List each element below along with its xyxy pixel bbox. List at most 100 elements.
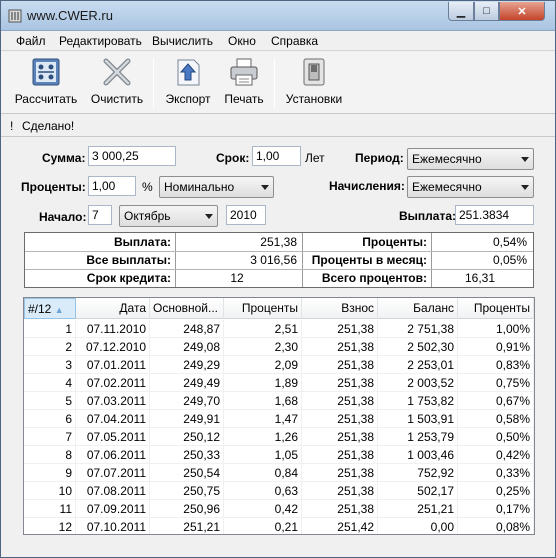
interest-type-select[interactable]: Номинально: [159, 176, 274, 198]
cell-date: 07.11.2010: [76, 320, 150, 338]
menu-file[interactable]: Файл: [16, 34, 46, 48]
interest-unit: %: [142, 180, 153, 194]
bottom-bar: [1, 541, 555, 557]
table-row[interactable]: 8 07.06.2011 250,33 1,05 251,38 1 003,46 0,42%: [24, 446, 534, 464]
table-row[interactable]: 3 07.01.2011 249,29 2,09 251,38 2 253,01 0,83%: [24, 356, 534, 374]
cell-balance: 2 751,38: [378, 320, 458, 338]
start-month-select[interactable]: Октябрь: [119, 205, 218, 227]
column-header-number[interactable]: #/12 ▲: [24, 298, 76, 319]
settings-button[interactable]: Установки: [281, 56, 347, 112]
cell-number: 12: [24, 518, 76, 534]
cell-payment: 251,38: [302, 320, 378, 338]
cell-number: 5: [24, 392, 76, 410]
export-label: Экспорт: [165, 92, 211, 106]
cell-payment: 251,38: [302, 338, 378, 356]
table-row[interactable]: 12 07.10.2011 251,21 0,21 251,42 0,00 0,08%: [24, 518, 534, 534]
toolbar: Рассчитать Очистить Экспорт Печать Устан…: [1, 52, 555, 114]
cell-balance: 2 253,01: [378, 356, 458, 374]
status-icon: !: [10, 119, 14, 133]
cell-number: 10: [24, 482, 76, 500]
cell-interest-pct: 0,58%: [458, 410, 534, 428]
cell-number: 9: [24, 464, 76, 482]
table-row[interactable]: 11 07.09.2011 250,96 0,42 251,38 251,21 0,17%: [24, 500, 534, 518]
status-text: Сделано!: [22, 119, 75, 133]
column-header-interest-pct[interactable]: Проценты: [458, 298, 534, 319]
cell-balance: 2 003,52: [378, 374, 458, 392]
column-header-payment[interactable]: Взнос: [302, 298, 378, 319]
start-year-field[interactable]: 2010: [226, 205, 266, 225]
cell-number: 11: [24, 500, 76, 518]
start-day-field[interactable]: 7: [88, 205, 112, 225]
title-bar[interactable]: www.CWER.ru ▁ □ ✕: [1, 1, 555, 31]
table-row[interactable]: 9 07.07.2011 250,54 0,84 251,38 752,92 0,33%: [24, 464, 534, 482]
cell-interest: 1,47: [224, 410, 302, 428]
column-header-date[interactable]: Дата: [76, 298, 150, 319]
print-button[interactable]: Печать: [219, 56, 269, 112]
cell-principal: 250,75: [150, 482, 224, 500]
cell-interest-pct: 0,50%: [458, 428, 534, 446]
cell-balance: 1 503,91: [378, 410, 458, 428]
summary-total-value: 16,31: [464, 271, 496, 285]
summary-row: Срок кредита: 12 Всего процентов: 16,31: [25, 269, 533, 287]
cell-interest: 0,63: [224, 482, 302, 500]
cell-payment: 251,38: [302, 374, 378, 392]
summary-monthly-label: Проценты в месяц:: [311, 253, 427, 267]
table-row[interactable]: 6 07.04.2011 249,91 1,47 251,38 1 503,91 0,58%: [24, 410, 534, 428]
cell-principal: 250,96: [150, 500, 224, 518]
column-header-balance[interactable]: Баланс: [378, 298, 458, 319]
payment-label: Выплата:: [399, 209, 457, 223]
menu-bar: Файл Редактировать Вычислить Окно Справк…: [1, 31, 555, 51]
column-header-principal[interactable]: Основной...: [150, 298, 224, 319]
table-row[interactable]: 10 07.08.2011 250,75 0,63 251,38 502,17 0,25%: [24, 482, 534, 500]
sort-up-icon: ▲: [54, 305, 64, 315]
menu-calculate[interactable]: Вычислить: [152, 34, 213, 48]
table-row[interactable]: 7 07.05.2011 250,12 1,26 251,38 1 253,79 0,50%: [24, 428, 534, 446]
table-row[interactable]: 4 07.02.2011 249,49 1,89 251,38 2 003,52 0,75%: [24, 374, 534, 392]
calculate-button[interactable]: Рассчитать: [11, 56, 81, 112]
menu-edit[interactable]: Редактировать: [59, 34, 142, 48]
clear-x-icon: [103, 58, 131, 86]
cell-number: 4: [24, 374, 76, 392]
close-button[interactable]: ✕: [499, 2, 545, 21]
maximize-button[interactable]: □: [474, 2, 499, 21]
cell-balance: 0,00: [378, 518, 458, 534]
table-row[interactable]: 1 07.11.2010 248,87 2,51 251,38 2 751,38 1,00%: [24, 320, 534, 338]
cell-balance: 1 253,79: [378, 428, 458, 446]
interest-field[interactable]: 1,00: [88, 176, 136, 196]
chevron-down-icon: [521, 157, 529, 162]
payment-field[interactable]: 251.3834: [455, 205, 534, 225]
table-row[interactable]: 2 07.12.2010 249,08 2,30 251,38 2 502,30 0,91%: [24, 338, 534, 356]
cell-payment: 251,42: [302, 518, 378, 534]
cell-interest-pct: 0,08%: [458, 518, 534, 534]
cell-payment: 251,38: [302, 356, 378, 374]
interest-label: Проценты:: [21, 180, 86, 194]
menu-help[interactable]: Справка: [271, 34, 318, 48]
clear-button[interactable]: Очистить: [85, 56, 149, 112]
table-header: #/12 ▲ Дата Основной... Проценты Взнос Б…: [24, 298, 534, 319]
period-label: Период:: [355, 151, 404, 165]
period-select[interactable]: Ежемесячно: [407, 148, 534, 170]
sum-field[interactable]: 3 000,25: [88, 146, 176, 166]
table-row[interactable]: 5 07.03.2011 249,70 1,68 251,38 1 753,82 0,67%: [24, 392, 534, 410]
status-bar: ! Сделано!: [1, 115, 555, 137]
summary-row: Выплата: 251,38 Проценты: 0,54%: [25, 233, 533, 251]
cell-interest: 0,21: [224, 518, 302, 534]
schedule-table: #/12 ▲ Дата Основной... Проценты Взнос Б…: [23, 297, 535, 535]
summary-monthly-value: 0,05%: [492, 253, 527, 267]
accrual-select[interactable]: Ежемесячно: [407, 176, 534, 198]
cell-interest: 2,09: [224, 356, 302, 374]
minimize-button[interactable]: ▁: [448, 2, 474, 21]
cell-interest: 1,89: [224, 374, 302, 392]
menu-window[interactable]: Окно: [228, 34, 256, 48]
cell-interest-pct: 0,91%: [458, 338, 534, 356]
cell-date: 07.12.2010: [76, 338, 150, 356]
column-header-interest[interactable]: Проценты: [224, 298, 302, 319]
export-button[interactable]: Экспорт: [159, 56, 217, 112]
cell-principal: 250,54: [150, 464, 224, 482]
accrual-label: Начисления:: [329, 179, 405, 193]
cell-interest: 2,30: [224, 338, 302, 356]
cell-number: 2: [24, 338, 76, 356]
term-field[interactable]: 1,00: [252, 146, 301, 166]
cell-date: 07.08.2011: [76, 482, 150, 500]
accrual-value: Ежемесячно: [412, 180, 482, 194]
